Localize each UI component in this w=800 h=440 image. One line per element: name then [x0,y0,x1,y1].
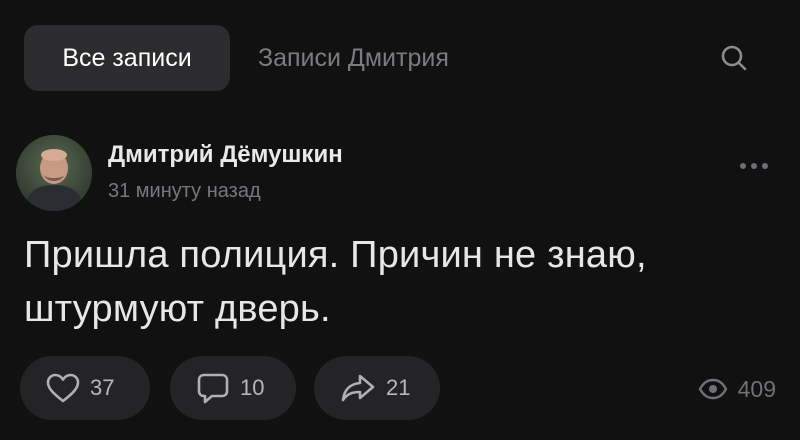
share-count: 21 [386,375,411,400]
post-text-line-1: Пришла полиция. Причин не знаю, [24,234,647,276]
post-time[interactable]: 31 минуту назад [108,180,261,203]
more-dots-icon [739,162,769,170]
like-button[interactable]: 37 [20,356,150,420]
share-button[interactable]: 21 [314,356,440,420]
tab-author-posts-label: Записи Дмитрия [258,43,449,72]
post-text: Пришла полиция. Причин не знаю, штурмуют… [24,228,764,336]
author-name[interactable]: Дмитрий Дёмушкин [108,141,343,169]
more-options-button[interactable] [734,156,774,176]
comment-icon [196,372,230,404]
post-text-line-2: штурмуют дверь. [24,288,331,330]
feed-tabs: Все записи Записи Дмитрия [24,25,754,91]
eye-icon [698,378,728,400]
search-icon [719,43,749,73]
comment-button[interactable]: 10 [170,356,296,420]
like-count: 37 [90,375,115,400]
tab-author-posts[interactable]: Записи Дмитрия [258,25,449,91]
search-button[interactable] [714,38,754,78]
share-arrow-icon [340,373,376,403]
heart-icon [46,373,80,403]
views-counter: 409 [698,372,776,406]
comment-count: 10 [240,375,265,400]
views-count: 409 [737,375,776,402]
avatar[interactable] [16,135,92,211]
tab-all-posts[interactable]: Все записи [24,25,230,91]
tab-all-posts-label: Все записи [62,43,192,72]
